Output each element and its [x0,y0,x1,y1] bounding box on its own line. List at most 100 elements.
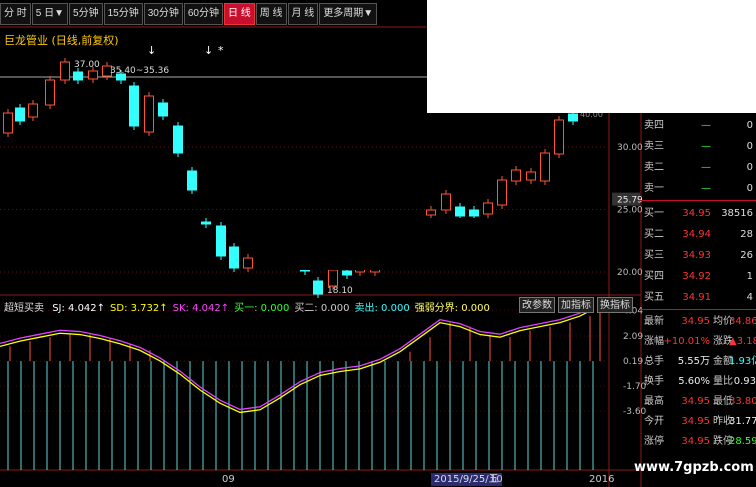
candle-body [173,125,183,154]
x-label-2016: 2016 [589,474,615,485]
period-button-1[interactable]: 5 日▼ [31,3,69,25]
indicator-button-0[interactable]: 改参数 [519,297,555,313]
x-label-09: 09 [222,474,235,485]
candle-body [342,270,352,276]
indicator-value-3: 买一: 0.000 [234,303,290,314]
stats-row: 换手 5.60% 量比 0.93 [641,372,756,392]
ask-label: 卖四 [644,120,664,131]
watermark: www.7gpzb.com [634,460,754,475]
bid-price: 34.95 [682,208,711,219]
ask-price: — [701,120,711,131]
candle-body [511,169,521,182]
price-axis-tick-2: 20.00 [617,268,643,278]
stats-row: 今开 34.95 昨收 31.77 [641,412,756,432]
period-toolbar: 分 时5 日▼ 5分钟 15分钟 30分钟 60分钟日 线周 线月 线更多周期▼ [0,3,378,25]
period-button-6[interactable]: 日 线 [223,3,255,25]
indicator-values: SJ: 4.042↑ SD: 3.732↑ SK: 4.042↑ 买一: 0.000 买… [52,303,495,314]
indicator-name[interactable]: 超短买卖 [4,303,44,314]
bid-volume: 4 [746,292,753,303]
period-button-8[interactable]: 月 线 [287,3,319,25]
mask-panel [259,218,497,270]
ask-row[interactable]: 卖二 — 0 [641,157,756,178]
candle-body [3,112,13,134]
period-button-9[interactable]: 更多周期▼ [319,3,378,25]
bid-label: 买四 [644,271,664,282]
candle-body [60,61,70,81]
stat-label: 最高 [644,396,664,407]
candle-body [243,257,253,269]
period-button-2[interactable]: 5分钟 [69,3,103,25]
ask-row[interactable]: 卖一 — 0 [641,178,756,199]
bid-row[interactable]: 买五 34.91 4 [641,287,756,308]
star-marker: * [218,44,224,57]
candle-body [568,113,578,122]
bid-label: 买一 [644,208,664,219]
bid-row[interactable]: 买一 34.95 38516 [641,203,756,224]
stat-label: 今开 [644,416,664,427]
period-button-7[interactable]: 周 线 [255,3,287,25]
candle-body [129,85,139,127]
chart-title: 巨龙管业 (日线,前复权) [4,34,119,47]
bid-volume: 1 [746,271,753,282]
stat-value: 34.95 [681,436,710,447]
bid-row[interactable]: 买四 34.92 1 [641,266,756,287]
candle-body [469,209,479,217]
period-button-4[interactable]: 30分钟 [143,3,183,25]
indicator-buttons: 改参数 加指标 换指标 [519,297,633,313]
stat-value: 34.95 [681,416,710,427]
period-button-3[interactable]: 15分钟 [103,3,143,25]
candle-body [201,221,211,225]
bid-row[interactable]: 买三 34.93 26 [641,245,756,266]
ask-price: — [701,183,711,194]
arrow-marker-1: ↓ [147,44,156,57]
stat-value: 31.77 [729,416,756,427]
stat-label: 总手 [644,356,664,367]
indicator-button-1[interactable]: 加指标 [558,297,594,313]
price-axis-tick-0: 30.00 [617,143,643,153]
indicator-value-1: SD: 3.732↑ [110,303,168,314]
ask-label: 卖一 [644,183,664,194]
high-price-label: 37.00 [74,60,100,70]
indicator-value-6: 强弱分界: 0.000 [414,303,490,314]
ask-price: — [701,141,711,152]
ask-price: — [701,162,711,173]
x-label-10: 10 [490,474,503,485]
candle-body [497,179,507,206]
candle-body [540,152,550,182]
ask-volume: 0 [746,183,753,194]
stats-row: 最新 34.95 均价 34.86 [641,312,756,332]
stats-row: 总手5.55万金额1.93亿 [641,352,756,372]
stat-value: 5.55万 [677,356,710,367]
candle-body [229,246,239,269]
period-button-5[interactable]: 60分钟 [183,3,223,25]
current-price-label: 25.79 [617,196,643,206]
period-button-0[interactable]: 分 时 [0,3,31,25]
candle-body [455,206,465,217]
candle-body [441,193,451,211]
blank-panel [427,0,756,113]
arrow-marker-2: ↓ [204,44,213,57]
bid-volume: 38516 [721,208,753,219]
stat-value: +10.01% [663,336,710,347]
candle-body [554,119,564,155]
candle-body [526,171,536,181]
stat-value: 34.95 [681,396,710,407]
stat-value: 0.93 [733,376,756,387]
bid-price: 34.93 [682,250,711,261]
ask-row[interactable]: 卖三 — 0 [641,136,756,157]
indicator-button-2[interactable]: 换指标 [597,297,633,313]
stat-label: 最新 [644,316,664,327]
candle-body [73,71,83,81]
bid-volume: 26 [740,250,753,261]
bid-price: 34.91 [682,292,711,303]
candle-body [88,70,98,80]
bid-row[interactable]: 买二 34.94 28 [641,224,756,245]
ask-label: 卖二 [644,162,664,173]
stat-value: 34.86 [729,316,756,327]
ask-volume: 0 [746,120,753,131]
candle-body [45,79,55,106]
ask-row[interactable]: 卖四 — 0 [641,115,756,136]
candle-body [28,103,38,118]
candle-body [187,170,197,191]
stats-divider [641,309,756,310]
